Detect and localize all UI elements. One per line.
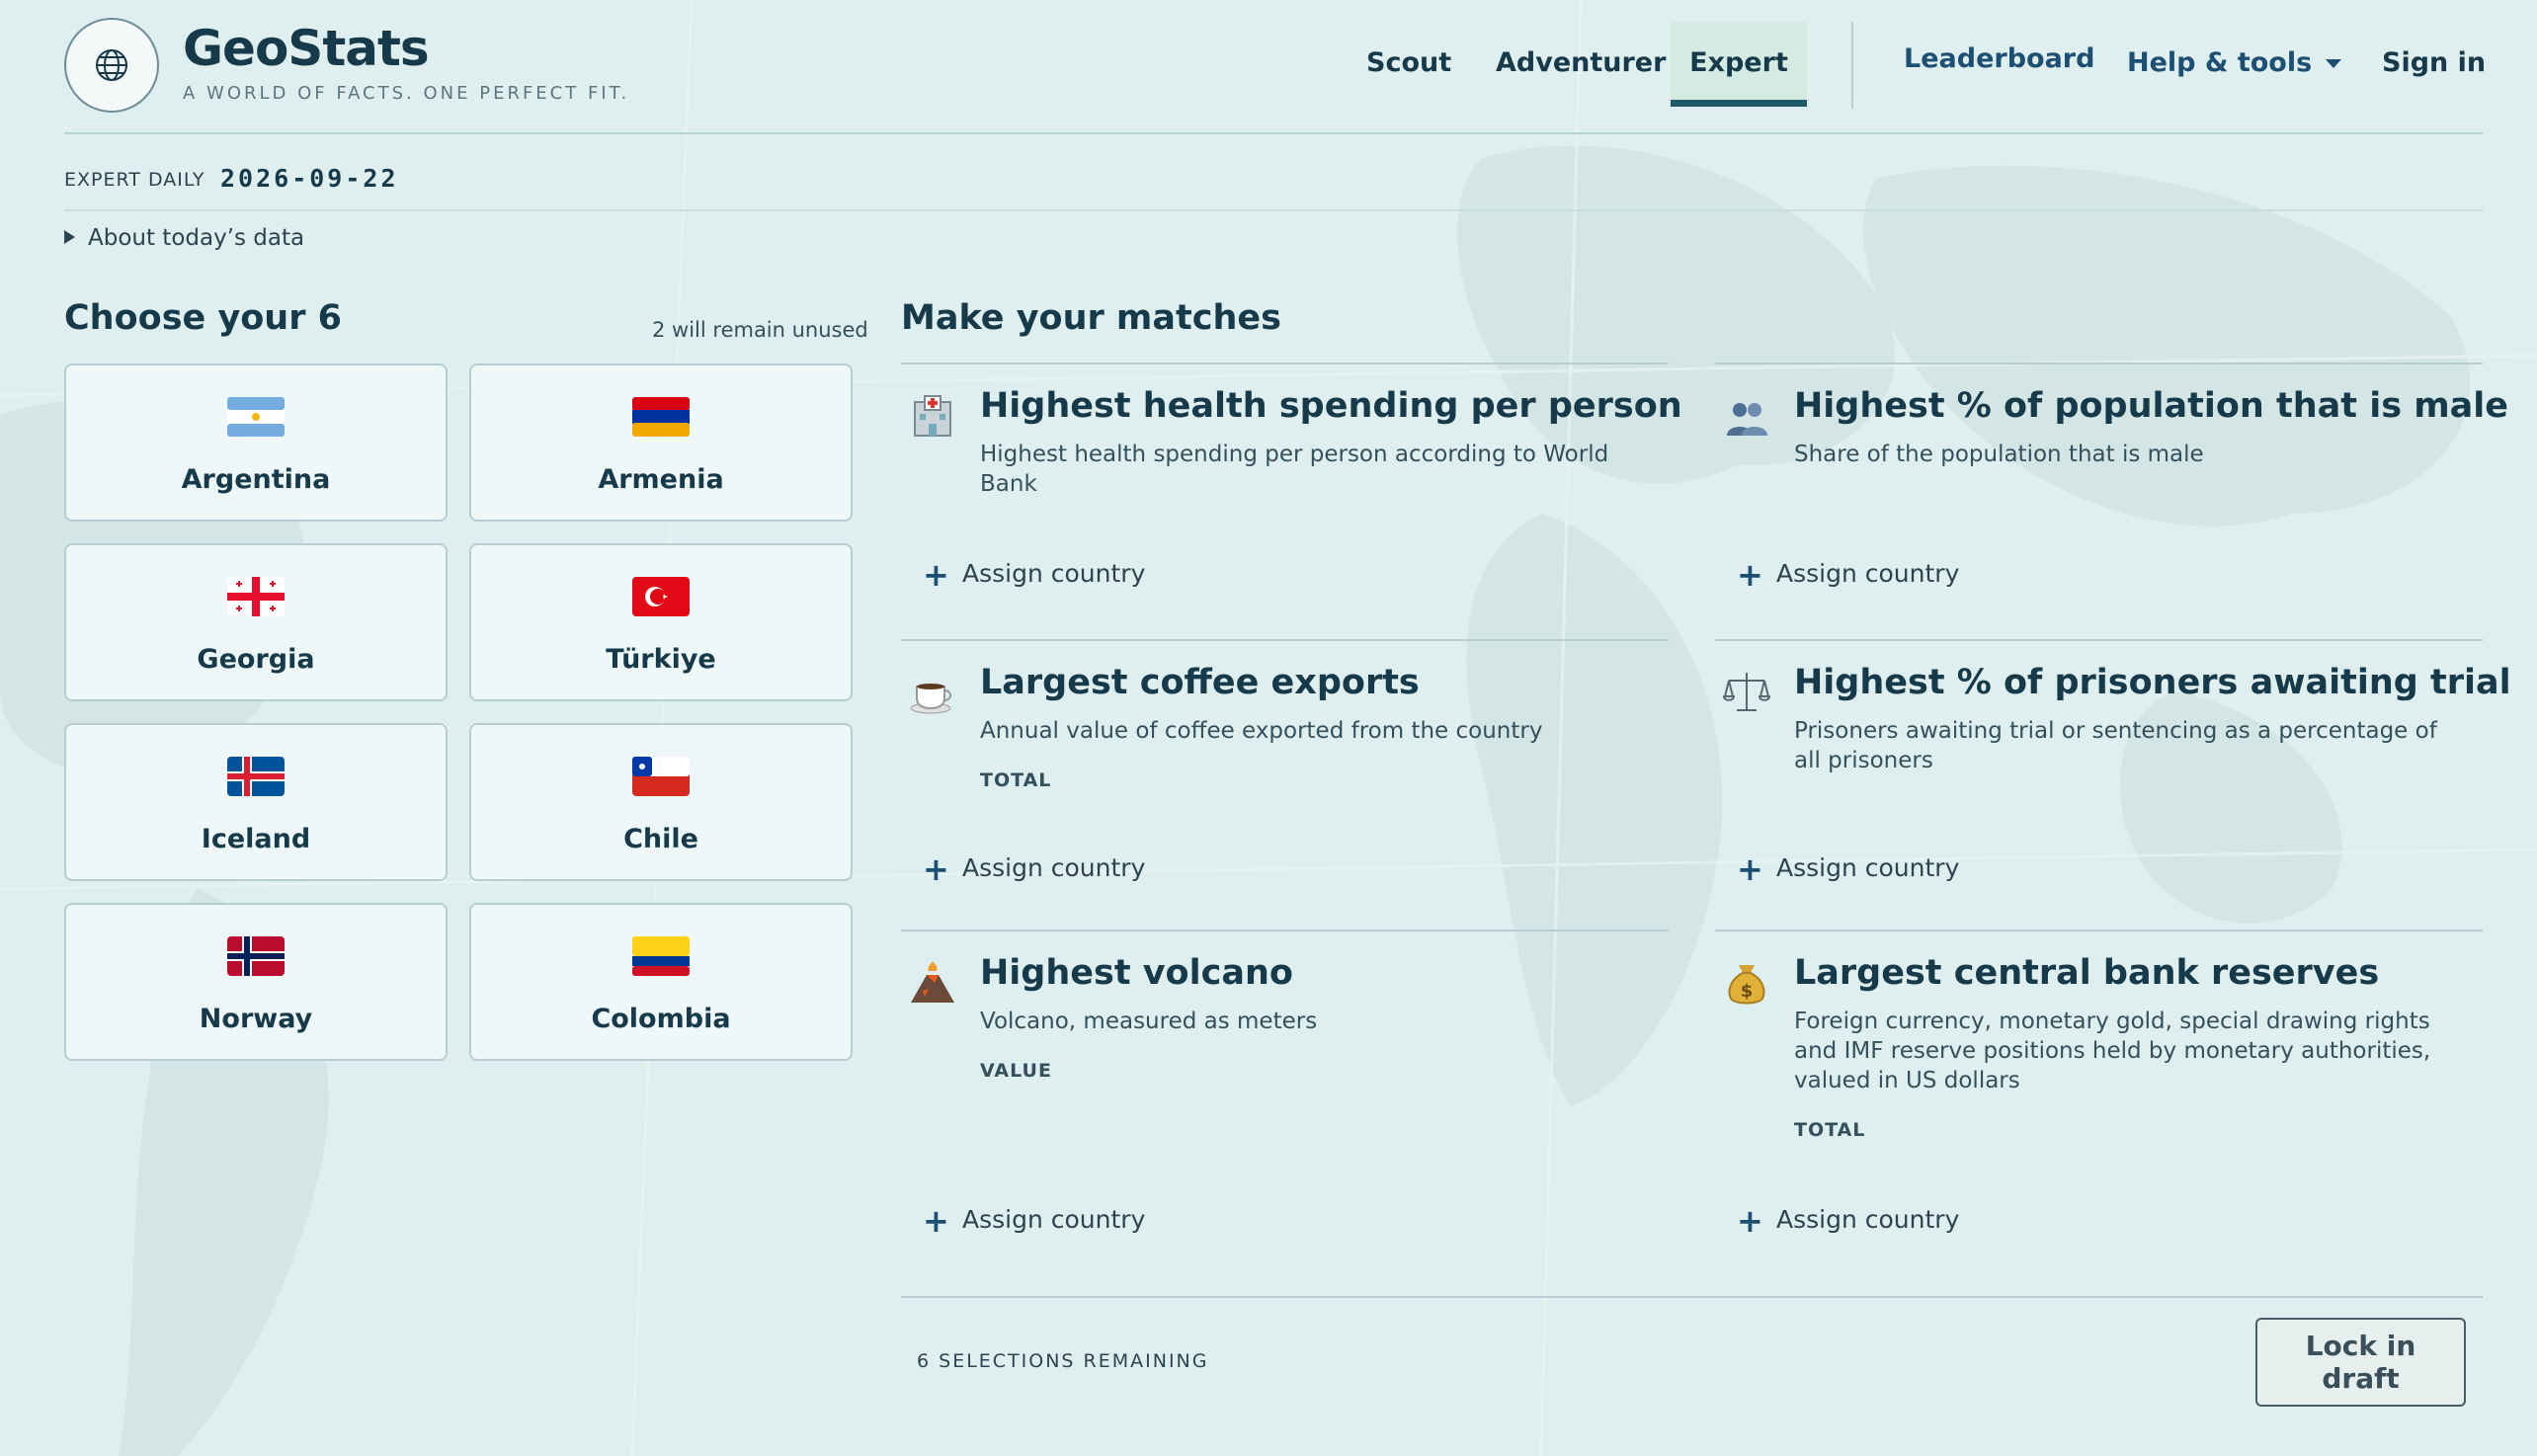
assign-label: Assign country [1776, 1205, 1960, 1234]
unused-note: 2 will remain unused [652, 318, 868, 342]
country-card-colombia[interactable]: Colombia [469, 903, 853, 1061]
match-card-health-spending: Highest health spending per person Highe… [901, 363, 1682, 641]
hospital-icon [914, 395, 951, 437]
country-card-georgia[interactable]: Georgia [64, 543, 448, 701]
match-card-highest-volcano: Highest volcano Volcano, measured as met… [901, 930, 1669, 1299]
nav-expert-label: Expert [1689, 47, 1788, 78]
scales-icon [1723, 673, 1770, 711]
country-card-norway[interactable]: Norway [64, 903, 448, 1061]
category-description: Annual value of coffee exported from the… [980, 718, 1543, 744]
plus-icon: + [923, 850, 949, 888]
brand-name[interactable]: GeoStats [183, 20, 430, 77]
country-name: Armenia [598, 464, 724, 495]
country-name: Colombia [591, 1004, 731, 1034]
nav-scout[interactable]: Scout [1366, 47, 1451, 78]
assign-label: Assign country [1776, 559, 1960, 588]
category-description: Foreign currency, monetary gold, special… [1794, 1009, 2431, 1093]
assign-label: Assign country [962, 1205, 1146, 1234]
category-tag: VALUE [980, 1060, 1052, 1082]
plus-icon: + [1737, 556, 1763, 594]
georgia-flag-icon [227, 577, 285, 616]
chevron-down-icon [2326, 59, 2342, 68]
assign-label: Assign country [1776, 853, 1960, 882]
category-description: Highest health spending per person accor… [980, 442, 1609, 497]
svg-text:$: $ [1741, 981, 1754, 1002]
help-tools-label: Help & tools [2127, 47, 2313, 78]
category-title: Largest central bank reserves [1794, 953, 2380, 993]
category-tag: TOTAL [1794, 1119, 1866, 1141]
assign-label: Assign country [962, 853, 1146, 882]
colombia-flag-icon [632, 936, 690, 976]
assign-country-button[interactable]: + Assign country [1737, 552, 1960, 594]
footer-divider [901, 1296, 2483, 1298]
nav-leaderboard[interactable]: Leaderboard [1904, 43, 2094, 74]
argentina-flag-icon [227, 397, 285, 437]
assign-label: Assign country [962, 559, 1146, 588]
choose-title: Choose your 6 [64, 298, 343, 338]
chile-flag-icon [632, 757, 690, 796]
armenia-flag-icon [632, 397, 690, 437]
category-description: Share of the population that is male [1794, 442, 2204, 467]
country-name: Georgia [197, 644, 315, 675]
coffee-icon [910, 684, 951, 714]
plus-icon: + [1737, 1202, 1763, 1240]
match-card-population-male: Highest % of population that is male Sha… [1715, 363, 2508, 641]
match-card-central-bank-reserves: $ Largest central bank reserves Foreign … [1715, 930, 2483, 1299]
assign-country-button[interactable]: + Assign country [1737, 1198, 1960, 1240]
plus-icon: + [1737, 850, 1763, 888]
category-title: Largest coffee exports [980, 663, 1420, 702]
country-name: Iceland [201, 824, 311, 854]
category-title: Highest health spending per person [980, 386, 1682, 426]
norway-flag-icon [227, 936, 285, 976]
selections-remaining: 6 SELECTIONS REMAINING [917, 1350, 1209, 1372]
category-title: Highest % of population that is male [1794, 386, 2509, 426]
assign-country-button[interactable]: + Assign country [1737, 847, 1960, 888]
daily-label: EXPERT DAILY [64, 169, 205, 191]
plus-icon: + [923, 556, 949, 594]
globe-logo-icon[interactable] [64, 18, 159, 113]
category-title: Highest volcano [980, 953, 1293, 993]
nav-expert-tab[interactable]: Expert [1671, 22, 1807, 107]
iceland-flag-icon [227, 757, 285, 796]
country-card-argentina[interactable]: Argentina [64, 364, 448, 522]
match-card-prisoners-awaiting-trial: Highest % of prisoners awaiting trial Pr… [1715, 639, 2511, 931]
nav-help-tools[interactable]: Help & tools [2127, 47, 2342, 78]
country-card-turkiye[interactable]: Türkiye [469, 543, 853, 701]
brand-tagline: A WORLD OF FACTS. ONE PERFECT FIT. [183, 83, 630, 104]
top-header: GeoStats A WORLD OF FACTS. ONE PERFECT F… [64, 0, 2486, 134]
sign-in-link[interactable]: Sign in [2382, 47, 2486, 78]
country-card-armenia[interactable]: Armenia [469, 364, 853, 522]
category-title: Highest % of prisoners awaiting trial [1794, 663, 2511, 702]
matches-title: Make your matches [901, 298, 1281, 338]
country-name: Chile [623, 824, 698, 854]
assign-country-button[interactable]: + Assign country [923, 552, 1146, 594]
people-icon [1727, 403, 1767, 436]
money-bag-icon: $ [1728, 965, 1765, 1005]
about-data-toggle[interactable]: About today’s data [64, 225, 304, 251]
category-description: Prisoners awaiting trial or sentencing a… [1794, 718, 2437, 773]
nav-adventurer[interactable]: Adventurer [1496, 47, 1666, 78]
daily-date: 2026-09-22 [220, 164, 399, 193]
assign-country-button[interactable]: + Assign country [923, 1198, 1146, 1240]
country-name: Türkiye [606, 644, 716, 675]
country-card-iceland[interactable]: Iceland [64, 723, 448, 881]
about-data-label: About today’s data [88, 225, 305, 251]
country-card-chile[interactable]: Chile [469, 723, 853, 881]
volcano-icon [911, 961, 954, 1003]
disclosure-triangle-icon [64, 229, 75, 244]
assign-country-button[interactable]: + Assign country [923, 847, 1146, 888]
country-name: Norway [199, 1004, 313, 1034]
plus-icon: + [923, 1202, 949, 1240]
category-tag: TOTAL [980, 769, 1052, 791]
match-card-coffee-exports: Largest coffee exports Annual value of c… [901, 639, 1669, 931]
country-name: Argentina [181, 464, 331, 495]
daily-bar: EXPERT DAILY 2026-09-22 [64, 132, 2483, 211]
nav-divider [1851, 22, 1853, 109]
turkiye-flag-icon [632, 577, 690, 616]
category-description: Volcano, measured as meters [980, 1009, 1318, 1034]
lock-in-draft-button[interactable]: Lock in draft [2255, 1318, 2466, 1407]
